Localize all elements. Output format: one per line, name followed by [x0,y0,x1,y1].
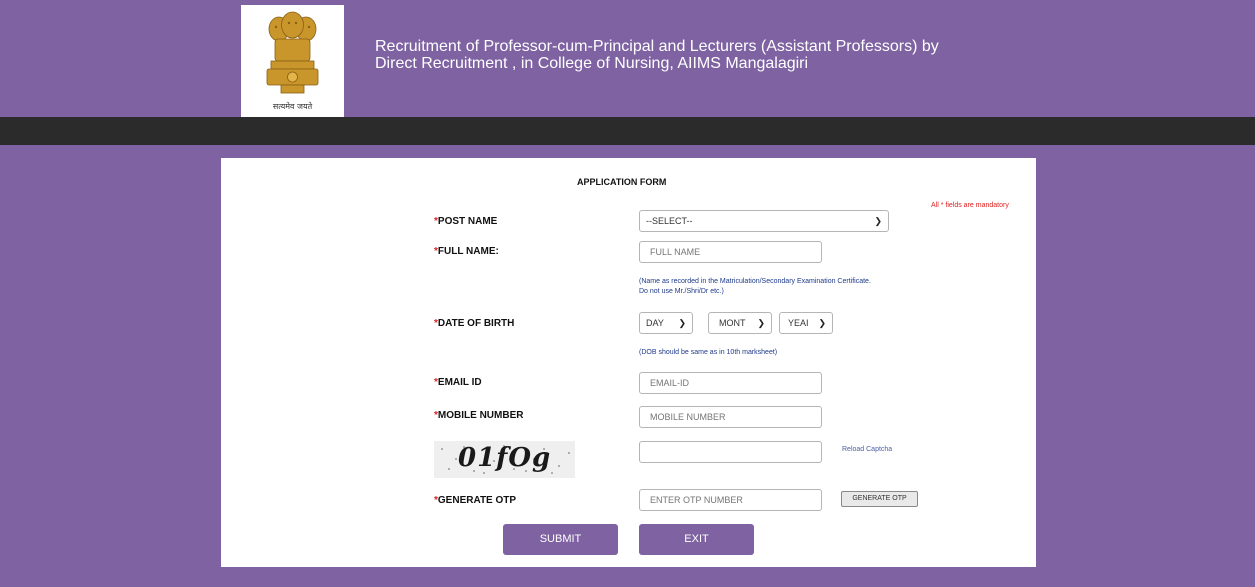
form-title: APPLICATION FORM [577,177,667,187]
otp-input[interactable]: ENTER OTP NUMBER [639,489,822,511]
chevron-down-icon: ❯ [757,318,765,328]
national-emblem-icon [266,11,319,94]
captcha-image: 01fOg [434,441,575,478]
emblem-caption: सत्यमेव जयते [272,102,313,111]
full-name-input[interactable]: FULL NAME [639,241,822,263]
dob-day-select[interactable]: DAY ❯ [639,312,693,334]
nav-bar [0,117,1255,145]
page-title-line-1: Recruitment of Professor-cum-Principal a… [375,38,939,55]
email-label: *EMAIL ID [434,377,482,388]
full-name-hint: (Name as recorded in the Matriculation/S… [639,278,871,295]
reload-captcha-link[interactable]: Reload Captcha [842,446,892,453]
email-input[interactable]: EMAIL-ID [639,372,822,394]
captcha-text: 01fOg [458,443,552,473]
application-form: APPLICATION FORM All * fields are mandat… [221,158,1036,567]
page-title-line-2: Direct Recruitment , in College of Nursi… [375,55,809,72]
generate-otp-button[interactable]: GENERATE OTP [841,491,918,507]
captcha-input[interactable] [639,441,822,463]
exit-button[interactable]: EXIT [639,524,754,555]
emblem-logo: सत्यमेव जयते [241,5,344,117]
dob-month-select[interactable]: MONT ❯ [708,312,772,334]
otp-label: *GENERATE OTP [434,495,517,506]
page-title: Recruitment of Professor-cum-Principal a… [375,38,1135,72]
full-name-label: *FULL NAME: [434,246,499,257]
post-name-select[interactable]: --SELECT-- ❯ [639,210,889,232]
chevron-down-icon: ❯ [678,318,686,328]
dob-hint: (DOB should be same as in 10th marksheet… [639,349,778,356]
chevron-down-icon: ❯ [874,216,882,226]
dob-year-select[interactable]: YEAI ❯ [779,312,833,334]
post-name-selected: --SELECT-- [646,216,693,226]
mobile-input[interactable]: MOBILE NUMBER [639,406,822,428]
page-header: सत्यमेव जयते Recruitment of Professor-cu… [0,0,1255,117]
post-name-label: *POST NAME [434,216,498,227]
chevron-down-icon: ❯ [818,318,826,328]
submit-button[interactable]: SUBMIT [503,524,618,555]
mandatory-note: All * fields are mandatory [931,202,1009,209]
dob-label: *DATE OF BIRTH [434,318,515,329]
mobile-label: *MOBILE NUMBER [434,410,524,421]
